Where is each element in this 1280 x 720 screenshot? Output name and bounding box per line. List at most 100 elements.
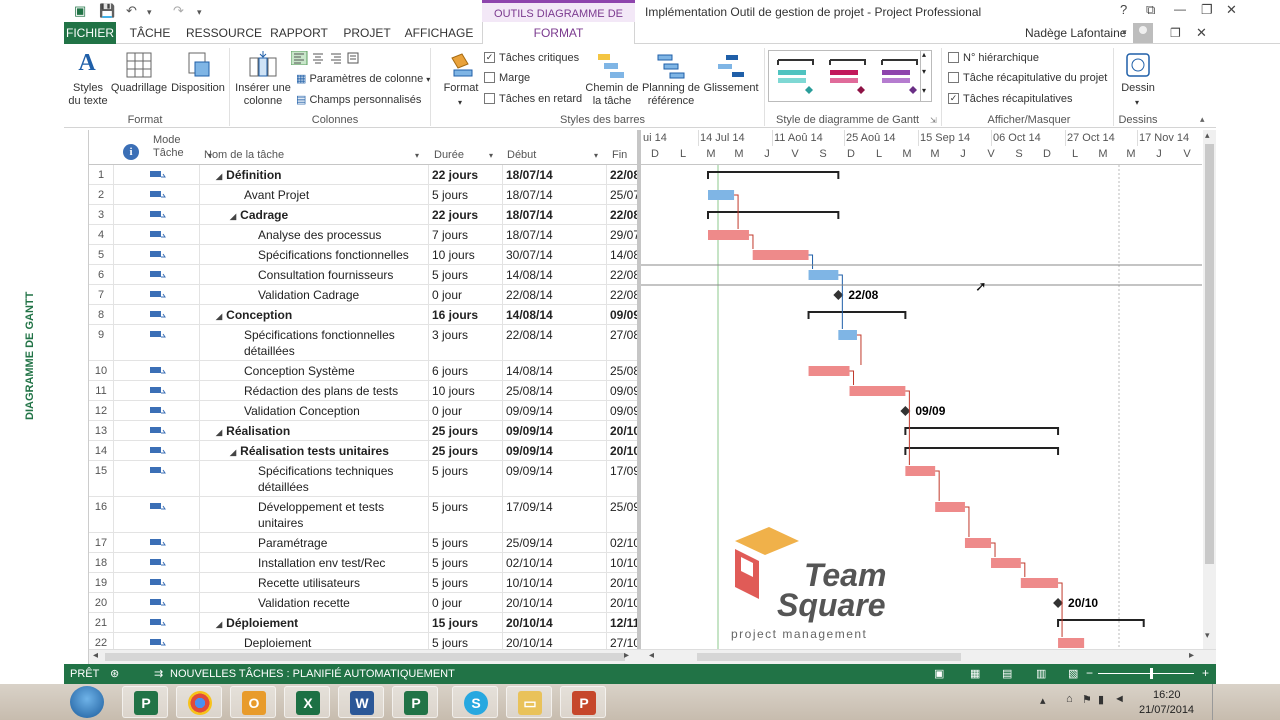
task-duration[interactable]: 25 jours (428, 421, 502, 440)
task-name-cell[interactable]: Installation env test/Rec (199, 553, 428, 572)
task-duration[interactable]: 5 jours (428, 497, 502, 532)
taskbar-outlook[interactable]: O (230, 686, 276, 718)
row-id[interactable]: 14 (89, 441, 113, 459)
chevron-down-icon[interactable]: ▾ (922, 67, 926, 76)
task-end[interactable]: 09/09 (606, 305, 637, 324)
row-id[interactable]: 9 (89, 325, 113, 343)
task-name-cell[interactable]: Validation recette (199, 593, 428, 612)
task-name-cell[interactable]: ◢ Déploiement (199, 613, 428, 632)
tray-flag-icon[interactable]: ⚑ (1082, 693, 1092, 706)
task-mode-cell[interactable] (113, 593, 198, 612)
avatar[interactable] (1133, 23, 1153, 43)
collapse-triangle-icon[interactable]: ◢ (230, 209, 236, 224)
task-name-cell[interactable]: Consultation fournisseurs (199, 265, 428, 284)
table-row[interactable]: 17 Paramétrage 5 jours25/09/1402/10 (89, 533, 637, 553)
chevron-up-icon[interactable]: ▴ (922, 50, 926, 59)
gantt-style-magenta[interactable] (827, 56, 871, 98)
collapse-triangle-icon[interactable]: ◢ (216, 309, 222, 324)
task-start[interactable]: 18/07/14 (502, 225, 606, 244)
tray-arrow-icon[interactable]: ▴ (1040, 694, 1046, 707)
quadrillage-button[interactable]: Quadrillage (110, 82, 168, 95)
table-row[interactable]: 2 Avant Projet 5 jours18/07/1425/07 (89, 185, 637, 205)
clock-time[interactable]: 16:20 (1153, 689, 1181, 701)
row-id[interactable]: 8 (89, 305, 113, 323)
table-row[interactable]: 9 Spécifications fonctionnelles détaillée… (89, 325, 637, 361)
row-id[interactable]: 20 (89, 593, 113, 611)
user-name[interactable]: Nadège Lafontaine (1025, 26, 1126, 40)
task-mode-cell[interactable] (113, 441, 198, 460)
task-name-cell[interactable]: Analyse des processus (199, 225, 428, 244)
gantt-style-purple[interactable] (879, 56, 923, 98)
table-row[interactable]: 11 Rédaction des plans de tests 10 jours 25… (89, 381, 637, 401)
task-bar[interactable] (708, 190, 735, 200)
task-duration[interactable]: 25 jours (428, 441, 502, 460)
task-end[interactable]: 29/07 (606, 225, 637, 244)
row-id[interactable]: 4 (89, 225, 113, 243)
table-row[interactable]: 1 ◢ Définition 22 jours18/07/1422/08 (89, 165, 637, 185)
col-fin[interactable]: Fin (612, 149, 627, 162)
format-button[interactable]: Format (438, 82, 484, 95)
collapse-ribbon-icon[interactable]: ▴ (1200, 114, 1205, 125)
team-planner-view-icon[interactable]: ▥ (1036, 667, 1046, 680)
task-duration[interactable]: 22 jours (428, 205, 502, 224)
task-name-cell[interactable]: Développement et tests unitaires (199, 497, 428, 532)
task-end[interactable]: 10/10 (606, 553, 637, 572)
task-name-cell[interactable]: Validation Conception (199, 401, 428, 420)
task-bar[interactable] (849, 386, 906, 396)
task-mode-cell[interactable] (113, 573, 198, 592)
task-bar[interactable] (838, 330, 857, 340)
scroll-right-icon[interactable]: ▸ (624, 650, 629, 661)
close-doc-icon[interactable]: ✕ (1196, 25, 1207, 41)
task-start[interactable]: 18/07/14 (502, 205, 606, 224)
scroll-down-icon[interactable]: ▾ (1205, 630, 1210, 641)
task-end[interactable]: 22/08 (606, 285, 637, 304)
notes-view-icon[interactable]: ▣ (934, 667, 944, 680)
task-end[interactable]: 25/07 (606, 185, 637, 204)
task-start[interactable]: 10/10/14 (502, 573, 606, 592)
summary-bar[interactable] (707, 171, 840, 179)
taskbar-word[interactable]: W (338, 686, 384, 718)
taskbar-excel[interactable]: X (284, 686, 330, 718)
task-start[interactable]: 22/08/14 (502, 285, 606, 304)
tab-affichage[interactable]: AFFICHAGE (404, 22, 474, 44)
task-start[interactable]: 20/10/14 (502, 593, 606, 612)
disposition-button[interactable]: Disposition (170, 82, 226, 95)
table-row[interactable]: 4 Analyse des processus 7 jours 18/07/14 29/… (89, 225, 637, 245)
task-mode-cell[interactable] (113, 265, 198, 284)
task-name-cell[interactable]: Validation Cadrage (199, 285, 428, 304)
zoom-out-icon[interactable]: − (1086, 666, 1093, 680)
zoom-in-icon[interactable]: + (1202, 666, 1209, 680)
chevron-down-icon[interactable]: ▾ (489, 149, 493, 162)
gantt-view-icon[interactable]: ▦ (970, 667, 980, 680)
task-name-cell[interactable]: Rédaction des plans de tests (199, 381, 428, 400)
task-end[interactable]: 09/09 (606, 381, 637, 400)
task-start[interactable]: 09/09/14 (502, 421, 606, 440)
parametres-colonne-row[interactable]: ▦ Paramètres de colonne ▾ (296, 72, 430, 85)
summary-bar[interactable] (707, 211, 840, 219)
task-duration[interactable]: 5 jours (428, 265, 502, 284)
restore-ribbon-icon[interactable]: ❐ (1170, 26, 1181, 40)
collapse-triangle-icon[interactable]: ◢ (216, 425, 222, 440)
row-id[interactable]: 21 (89, 613, 113, 631)
help-button[interactable]: ? (1120, 2, 1127, 17)
marge-checkbox[interactable]: Marge (484, 71, 530, 84)
zoom-slider[interactable] (1098, 673, 1194, 674)
row-id[interactable]: 15 (89, 461, 113, 479)
task-start[interactable]: 09/09/14 (502, 461, 606, 496)
task-duration[interactable]: 5 jours (428, 553, 502, 572)
task-duration[interactable]: 22 jours (428, 165, 502, 184)
task-mode-cell[interactable] (113, 533, 198, 552)
task-duration[interactable]: 5 jours (428, 573, 502, 592)
user-dropdown-icon[interactable]: ▾ (1122, 27, 1127, 38)
undo-icon[interactable]: ↶ (126, 3, 137, 19)
row-id[interactable]: 19 (89, 573, 113, 591)
task-duration[interactable]: 0 jour (428, 285, 502, 304)
task-end[interactable]: 22/08 (606, 205, 637, 224)
task-bar[interactable] (808, 270, 839, 280)
task-duration[interactable]: 0 jour (428, 593, 502, 612)
gantt-style-gallery[interactable] (768, 50, 932, 102)
save-icon[interactable]: 💾 (99, 3, 115, 19)
maximize-button[interactable]: ❐ (1201, 2, 1213, 18)
no-hierarchique-checkbox[interactable]: N° hiérarchique (948, 51, 1039, 64)
task-end[interactable]: 25/08 (606, 361, 637, 380)
